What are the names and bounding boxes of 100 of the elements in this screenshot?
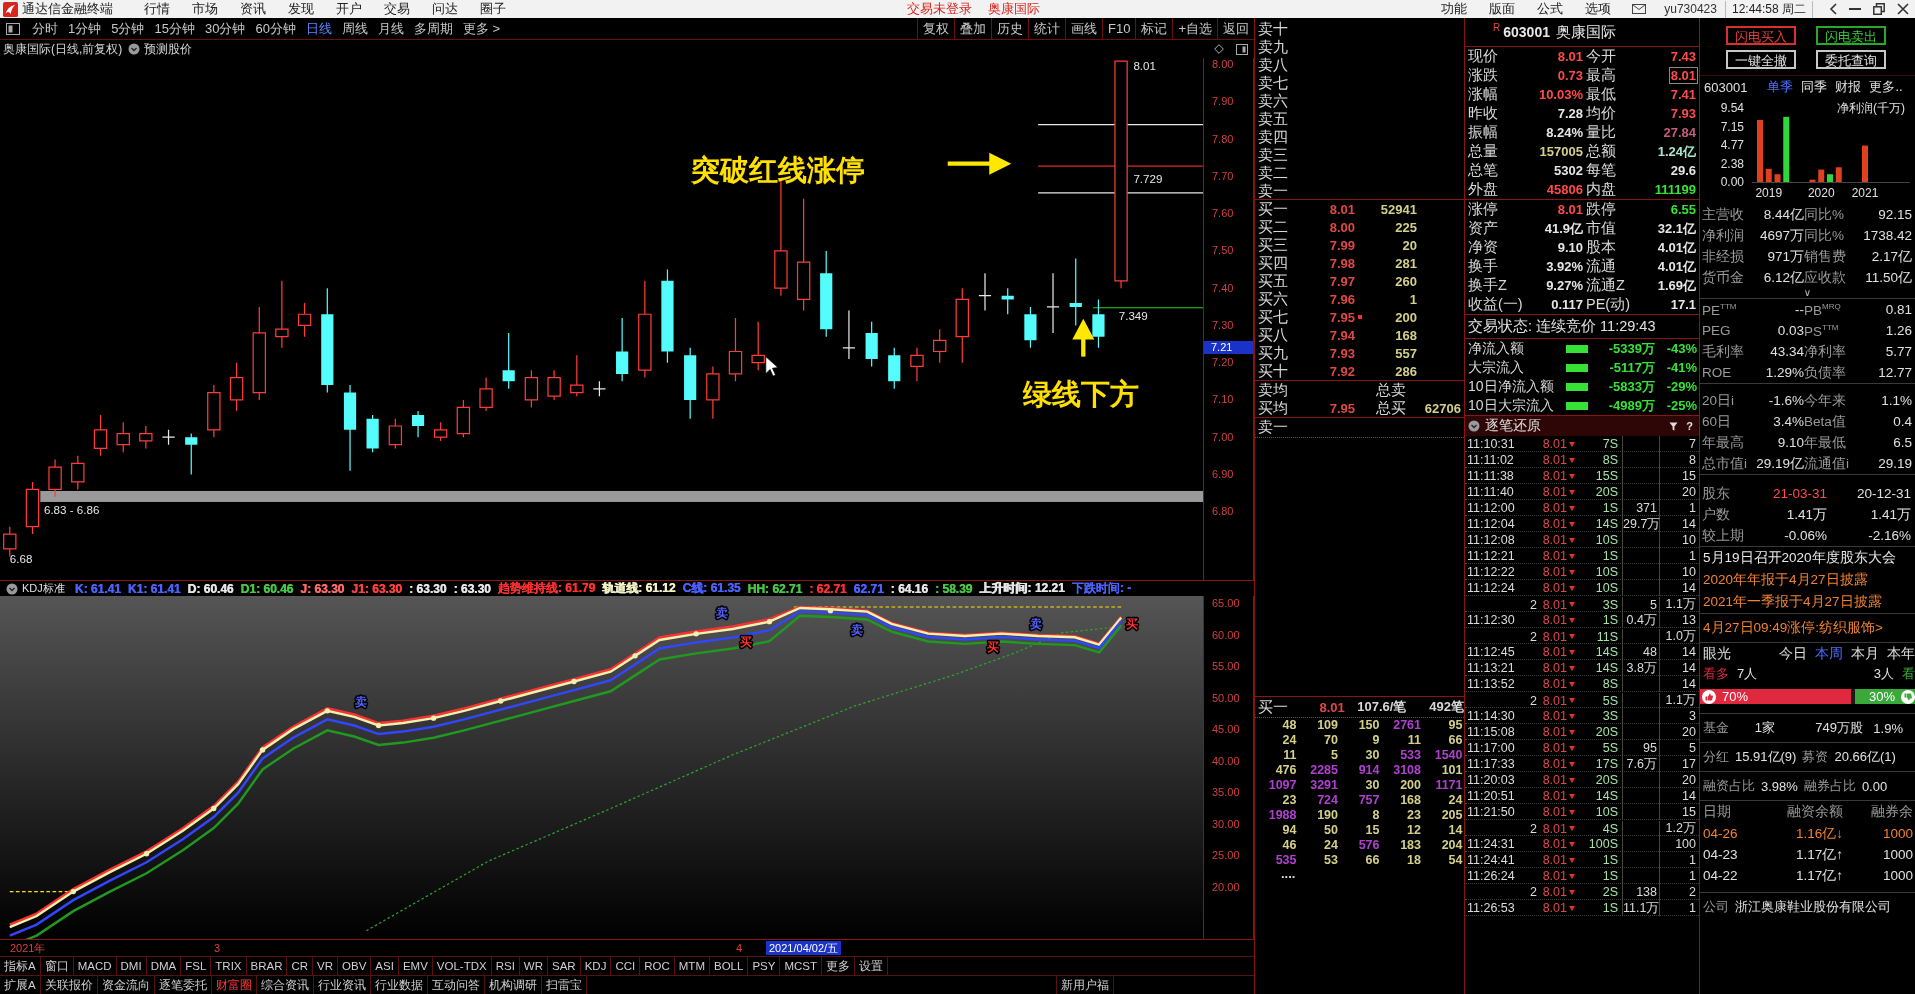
extension-tab[interactable]: 互动问答 bbox=[427, 976, 485, 994]
indicator-tab[interactable]: KDJ bbox=[580, 957, 612, 975]
period-tab[interactable]: 15分钟 bbox=[150, 19, 199, 38]
period-tab[interactable]: 多周期 bbox=[409, 19, 457, 38]
indicator-tab[interactable]: RSI bbox=[491, 957, 520, 975]
menu-item[interactable]: 圈子 bbox=[469, 0, 517, 18]
menu-item[interactable]: 问达 bbox=[421, 0, 469, 18]
period-tab[interactable]: 月线 bbox=[373, 19, 408, 38]
extension-tab[interactable]: 行业资讯 bbox=[313, 976, 371, 994]
indicator-tab[interactable]: OBV bbox=[338, 957, 372, 975]
trade-button[interactable]: 一键全撤 bbox=[1726, 50, 1796, 69]
indicator-tab[interactable]: CR bbox=[287, 957, 314, 975]
filter-icon[interactable] bbox=[1669, 421, 1679, 431]
finance-tab[interactable]: 更多.. bbox=[1869, 78, 1903, 96]
panel-icon[interactable] bbox=[1236, 43, 1248, 55]
indicator-tab[interactable]: TRIX bbox=[211, 957, 247, 975]
indicator-tab[interactable]: FSL bbox=[181, 957, 212, 975]
period-tab[interactable]: 本周 bbox=[1815, 645, 1843, 663]
toolbar-button[interactable]: 统计 bbox=[1028, 18, 1065, 39]
extension-tab[interactable]: 财富圈 bbox=[211, 976, 257, 994]
period-tab[interactable]: 1分钟 bbox=[64, 19, 106, 38]
toolbar-button[interactable]: 历史 bbox=[991, 18, 1028, 39]
trade-button[interactable]: 闪电卖出 bbox=[1816, 26, 1886, 45]
toolbar-button[interactable]: 叠加 bbox=[954, 18, 991, 39]
limit-up-link[interactable]: 4月27日09:49涨停:纺织服饰> bbox=[1703, 619, 1883, 637]
period-tab[interactable]: 周线 bbox=[337, 19, 372, 38]
report-date[interactable]: 21-03-31 bbox=[1752, 486, 1827, 501]
indicator-tab[interactable]: MTM bbox=[674, 957, 710, 975]
user-name[interactable]: yu730423 bbox=[1656, 2, 1725, 16]
finance-tab[interactable]: 财报 bbox=[1835, 78, 1862, 96]
promo-link[interactable]: 新用户福 bbox=[1056, 976, 1114, 994]
menu-item[interactable]: 开户 bbox=[325, 0, 373, 18]
toolbar-button[interactable]: 标记 bbox=[1135, 18, 1173, 39]
chevron-circle-icon[interactable] bbox=[128, 43, 141, 55]
menu-item[interactable]: 公式 bbox=[1526, 0, 1575, 18]
indicator-tab[interactable]: 指标A bbox=[0, 957, 41, 975]
forecast-link[interactable]: 预测股价 bbox=[144, 40, 193, 58]
extension-tab[interactable]: 行业数据 bbox=[370, 976, 428, 994]
news-link[interactable]: 2020年年报于4月27日披露 bbox=[1703, 571, 1868, 589]
restore-icon[interactable] bbox=[1873, 3, 1885, 15]
indicator-tab[interactable]: PSY bbox=[748, 957, 781, 975]
toolbar-button[interactable]: F10 bbox=[1102, 18, 1136, 39]
period-tab[interactable]: 本年 bbox=[1887, 645, 1915, 663]
indicator-tab[interactable]: DMI bbox=[116, 957, 147, 975]
menu-item[interactable]: 交易 bbox=[373, 0, 421, 18]
chevron-circle-icon[interactable] bbox=[6, 582, 18, 595]
finance-tab[interactable]: 同季 bbox=[1801, 78, 1828, 96]
menu-item[interactable]: 选项 bbox=[1574, 0, 1623, 18]
period-tab[interactable]: 5分钟 bbox=[107, 19, 149, 38]
extension-tab[interactable]: 逐笔委托 bbox=[154, 976, 212, 994]
trade-button[interactable]: 闪电买入 bbox=[1726, 26, 1796, 45]
toolbar-button[interactable]: 复权 bbox=[917, 18, 954, 39]
indicator-tab[interactable]: MCST bbox=[780, 957, 822, 975]
indicator-tab[interactable]: 更多 bbox=[822, 957, 855, 975]
help-button[interactable]: ? bbox=[1686, 420, 1693, 432]
menu-item[interactable]: 功能 bbox=[1430, 0, 1479, 18]
indicator-tab[interactable]: 设置 bbox=[855, 957, 888, 975]
period-tab[interactable]: 分时 bbox=[28, 19, 62, 38]
indicator-tab[interactable]: SAR bbox=[548, 957, 581, 975]
toolbar-button[interactable]: +自选 bbox=[1172, 18, 1217, 39]
period-tab[interactable]: 本月 bbox=[1851, 645, 1879, 663]
indicator-tab[interactable]: VOL-TDX bbox=[432, 957, 492, 975]
extension-tab[interactable]: 扫雷宝 bbox=[541, 976, 587, 994]
trade-button[interactable]: 委托查询 bbox=[1816, 50, 1886, 69]
back-icon[interactable] bbox=[1829, 3, 1837, 15]
period-tab[interactable]: 今日 bbox=[1779, 645, 1807, 663]
thumbs-up-icon[interactable] bbox=[1702, 689, 1716, 704]
indicator-tab[interactable]: EMV bbox=[398, 957, 433, 975]
extension-tab[interactable]: 资金流向 bbox=[97, 976, 155, 994]
mail-icon[interactable] bbox=[1632, 4, 1647, 14]
period-tab[interactable]: 60分钟 bbox=[251, 19, 300, 38]
menu-item[interactable]: 发现 bbox=[277, 0, 325, 18]
indicator-tab[interactable]: WR bbox=[519, 957, 548, 975]
extension-tab[interactable]: 综合资讯 bbox=[256, 976, 314, 994]
indicator-name[interactable]: KDJ标准 bbox=[22, 581, 65, 596]
period-tab[interactable]: 30分钟 bbox=[200, 19, 250, 38]
chevron-circle-icon[interactable] bbox=[1468, 420, 1480, 432]
news-link[interactable]: 5月19日召开2020年度股东大会 bbox=[1703, 549, 1896, 567]
close-icon[interactable] bbox=[1897, 3, 1909, 15]
login-status[interactable]: 交易未登录 bbox=[899, 0, 981, 18]
news-link[interactable]: 2021年一季报于4月27日披露 bbox=[1703, 593, 1882, 611]
extension-tab[interactable]: 扩展A bbox=[0, 976, 41, 994]
indicator-tab[interactable]: MACD bbox=[73, 957, 117, 975]
indicator-tab[interactable]: ASI bbox=[371, 957, 399, 975]
sidebar-toggle-icon[interactable] bbox=[6, 22, 20, 35]
indicator-tab[interactable]: DMA bbox=[146, 957, 182, 975]
menu-item[interactable]: 版面 bbox=[1478, 0, 1527, 18]
toolbar-button[interactable]: 返回 bbox=[1217, 18, 1254, 39]
menu-item[interactable]: 资讯 bbox=[229, 0, 277, 18]
extension-tab[interactable]: 关联报价 bbox=[40, 976, 98, 994]
indicator-tab[interactable]: ROC bbox=[640, 957, 675, 975]
indicator-tab[interactable]: BRAR bbox=[246, 957, 288, 975]
period-tab[interactable]: 更多 > bbox=[458, 19, 505, 38]
indicator-tab[interactable]: 窗口 bbox=[40, 957, 74, 975]
toolbar-button[interactable]: 画线 bbox=[1065, 18, 1102, 39]
thumbs-down-icon[interactable] bbox=[1901, 689, 1915, 704]
menu-item[interactable]: 市场 bbox=[181, 0, 229, 18]
indicator-tab[interactable]: VR bbox=[313, 957, 339, 975]
more-orders-dots[interactable]: .... bbox=[1281, 866, 1296, 881]
extension-tab[interactable]: 机构调研 bbox=[484, 976, 542, 994]
